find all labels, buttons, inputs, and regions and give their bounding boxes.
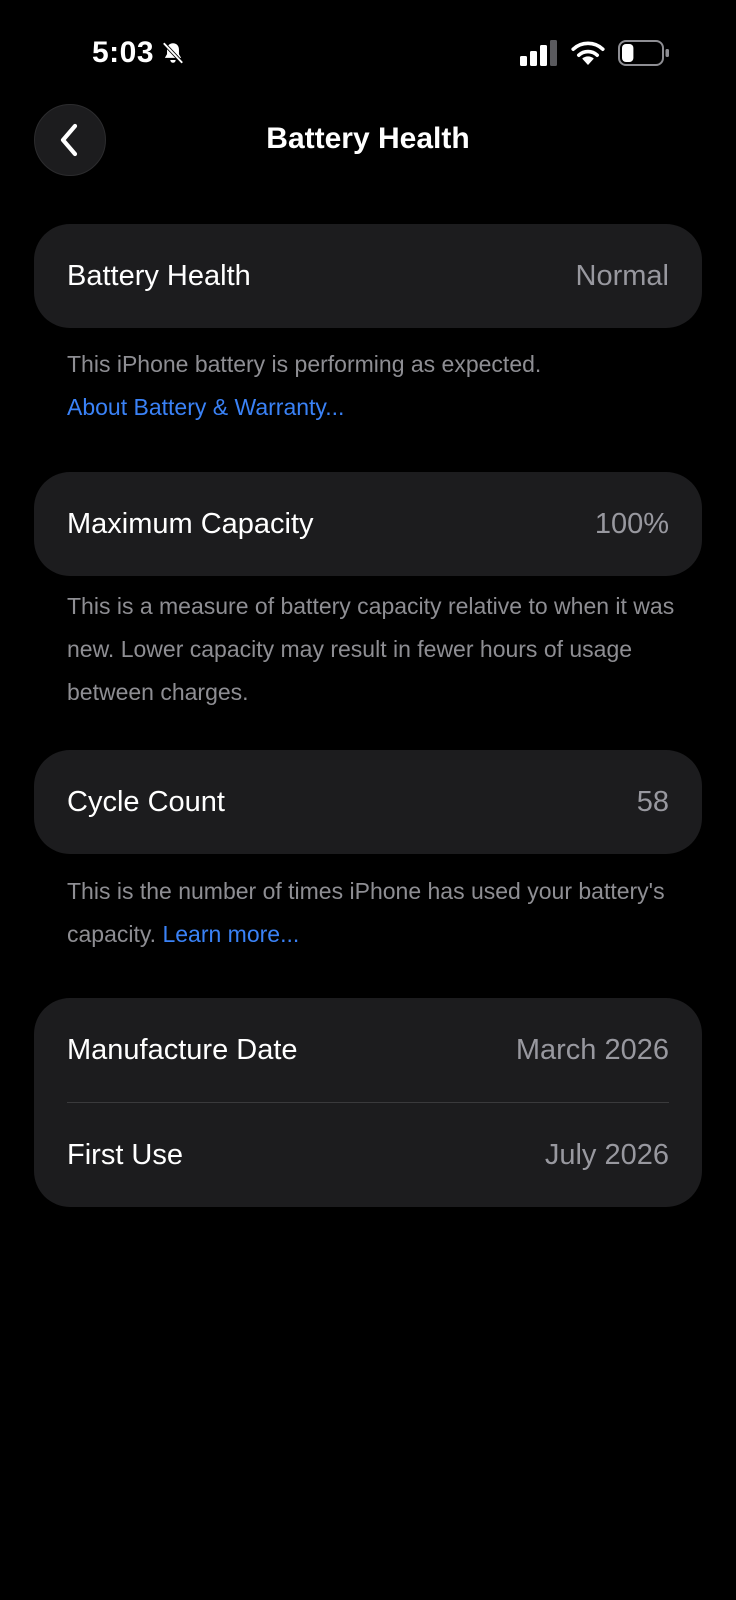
bell-slash-icon: [162, 42, 184, 64]
battery-health-note: This iPhone battery is performing as exp…: [67, 351, 542, 377]
cellular-signal-icon: [520, 40, 557, 66]
maximum-capacity-row: Maximum Capacity 100%: [34, 472, 702, 576]
battery-health-footnote: This iPhone battery is performing as exp…: [67, 343, 677, 429]
manufacture-date-row: Manufacture Date March 2026: [34, 998, 702, 1102]
manufacture-date-label: Manufacture Date: [67, 1033, 298, 1066]
battery-icon: [618, 40, 669, 66]
learn-more-link[interactable]: Learn more...: [162, 921, 299, 947]
battery-health-value: Normal: [575, 259, 669, 292]
wifi-icon: [571, 41, 605, 65]
cycle-count-label: Cycle Count: [67, 785, 225, 818]
battery-health-card: Battery Health Normal: [34, 224, 702, 328]
cycle-count-footnote: This is the number of times iPhone has u…: [67, 870, 677, 956]
cycle-count-card: Cycle Count 58: [34, 750, 702, 854]
cycle-count-row: Cycle Count 58: [34, 750, 702, 854]
status-indicators: [520, 40, 670, 66]
dates-card: Manufacture Date March 2026 First Use Ju…: [34, 998, 702, 1207]
battery-health-label: Battery Health: [67, 259, 251, 292]
maximum-capacity-value: 100%: [594, 507, 669, 540]
manufacture-date-value: March 2026: [515, 1033, 669, 1066]
maximum-capacity-label: Maximum Capacity: [67, 507, 314, 540]
maximum-capacity-footnote: This is a measure of battery capacity re…: [67, 585, 677, 714]
first-use-value: July 2026: [544, 1138, 669, 1171]
about-battery-warranty-link[interactable]: About Battery & Warranty...: [67, 386, 677, 429]
maximum-capacity-note: This is a measure of battery capacity re…: [67, 593, 675, 705]
status-time-group: 5:03: [92, 36, 186, 70]
battery-health-row: Battery Health Normal: [34, 224, 702, 328]
navigation-bar: Battery Health: [0, 100, 736, 184]
status-time: 5:03: [92, 36, 155, 69]
cycle-count-value: 58: [636, 785, 669, 818]
first-use-row: First Use July 2026: [34, 1103, 702, 1207]
status-bar: 5:03: [0, 0, 736, 100]
first-use-label: First Use: [67, 1138, 183, 1171]
page-title: Battery Health: [266, 122, 470, 155]
maximum-capacity-card: Maximum Capacity 100%: [34, 472, 702, 576]
cycle-count-note: This is the number of times iPhone has u…: [67, 878, 665, 947]
